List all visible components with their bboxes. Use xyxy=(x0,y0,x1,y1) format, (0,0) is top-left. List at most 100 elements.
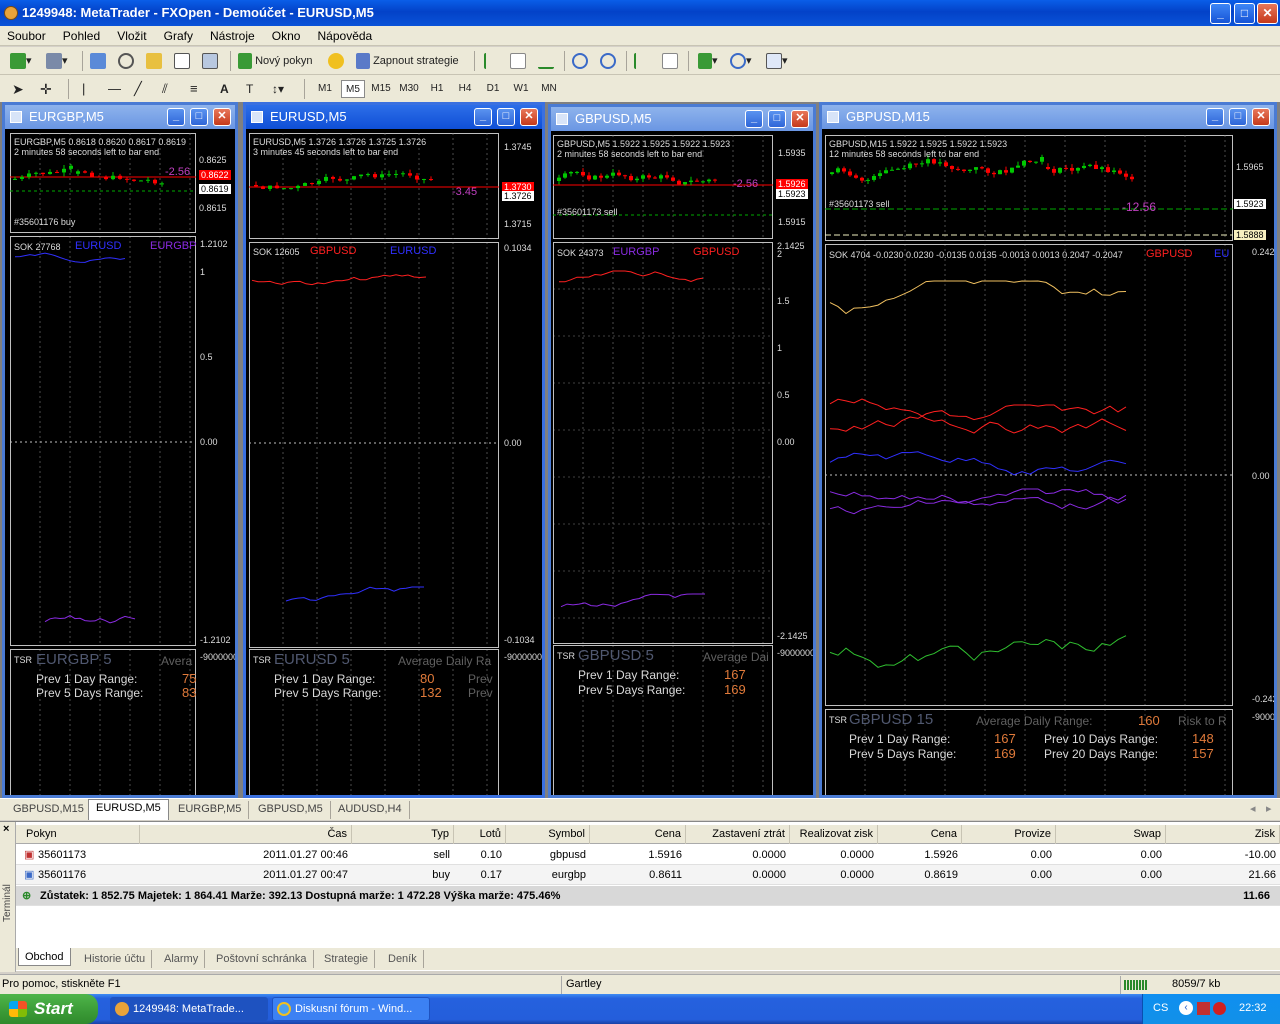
line-chart-icon[interactable] xyxy=(538,52,554,70)
menu-grafy[interactable]: Grafy xyxy=(157,26,200,46)
sok-pane[interactable] xyxy=(249,242,499,648)
indicators-icon[interactable]: ▾ xyxy=(698,52,718,70)
tab-eurgbp-m5[interactable]: EURGBP,M5 xyxy=(171,801,250,819)
chart-minimize-button[interactable]: _ xyxy=(474,108,492,126)
column-header[interactable]: Realizovat zisk xyxy=(790,825,878,844)
chart-maximize-button[interactable]: □ xyxy=(768,110,786,128)
tab-obchod[interactable]: Obchod xyxy=(18,948,71,966)
chart-maximize-button[interactable]: □ xyxy=(1229,108,1247,126)
chart-shift-icon[interactable] xyxy=(662,52,678,70)
timeframe-m5[interactable]: M5 xyxy=(341,80,365,98)
chart-body[interactable]: GBPUSD,M15 1.5922 1.5925 1.5922 1.5923 1… xyxy=(822,129,1274,795)
sok-pane[interactable] xyxy=(553,242,773,644)
chart-minimize-button[interactable]: _ xyxy=(167,108,185,126)
periods-icon[interactable]: ▾ xyxy=(730,52,752,70)
arrows-icon[interactable]: ↕▾ xyxy=(272,80,284,98)
new-order-button[interactable]: Nový pokyn xyxy=(238,52,313,70)
timeframe-h4[interactable]: H4 xyxy=(453,80,477,98)
timeframe-m15[interactable]: M15 xyxy=(369,80,393,98)
tab-strategie[interactable]: Strategie xyxy=(318,950,376,968)
status-profile[interactable]: Gartley xyxy=(566,978,601,990)
tsr-pane[interactable] xyxy=(249,649,499,795)
chart-maximize-button[interactable]: □ xyxy=(190,108,208,126)
chart-close-button[interactable]: ✕ xyxy=(791,110,809,128)
candlestick-icon[interactable] xyxy=(510,52,526,70)
menu-okno[interactable]: Okno xyxy=(265,26,308,46)
chart-maximize-button[interactable]: □ xyxy=(497,108,515,126)
tab-postovni[interactable]: Poštovní schránka xyxy=(210,950,314,968)
chart-title[interactable]: EURGBP,M5 _ □ ✕ xyxy=(5,105,235,129)
tab-alarmy[interactable]: Alarmy xyxy=(158,950,206,968)
chart-close-button[interactable]: ✕ xyxy=(520,108,538,126)
tab-scroll-left-icon[interactable]: ◂ xyxy=(1250,802,1256,815)
text-icon[interactable]: A xyxy=(220,80,229,98)
channel-icon[interactable]: ⫽ xyxy=(162,80,168,98)
data-window-icon[interactable] xyxy=(118,52,134,70)
chart-window-eurusd-m5[interactable]: EURUSD,M5 _ □ ✕ EURUSD,M5 1.3726 1.3726 … xyxy=(243,102,545,798)
start-button[interactable]: Start xyxy=(0,994,98,1024)
tab-audusd-h4[interactable]: AUDUSD,H4 xyxy=(331,801,410,819)
navigator-icon[interactable] xyxy=(146,52,162,70)
column-header[interactable]: Typ xyxy=(352,825,454,844)
tray-security-icon[interactable] xyxy=(1213,1002,1226,1015)
zoom-out-icon[interactable] xyxy=(600,52,616,70)
tester-icon[interactable] xyxy=(202,52,218,70)
column-header[interactable]: Zisk xyxy=(1166,825,1280,844)
tray-chevron-icon[interactable]: ‹ xyxy=(1179,1001,1193,1015)
metaeditor-icon[interactable] xyxy=(328,52,344,70)
cursor-icon[interactable]: ➤ xyxy=(12,80,24,98)
tab-gbpusd-m5[interactable]: GBPUSD,M5 xyxy=(251,801,331,819)
language-indicator[interactable]: CS xyxy=(1153,1002,1168,1014)
column-header[interactable]: Cena xyxy=(590,825,686,844)
timeframe-m1[interactable]: M1 xyxy=(313,80,337,98)
templates-icon[interactable]: ▾ xyxy=(766,52,788,70)
zoom-in-icon[interactable] xyxy=(572,52,588,70)
minimize-button[interactable]: _ xyxy=(1210,3,1231,24)
tab-denik[interactable]: Deník xyxy=(382,950,424,968)
bar-chart-icon[interactable] xyxy=(484,52,500,70)
menu-vlozit[interactable]: Vložit xyxy=(110,26,153,46)
chart-title[interactable]: GBPUSD,M15 _ □ ✕ xyxy=(822,105,1274,129)
chart-window-gbpusd-m5[interactable]: GBPUSD,M5 _ □ ✕ GBPUSD,M5 1.5922 1.5925 … xyxy=(548,104,816,798)
maximize-button[interactable]: □ xyxy=(1234,3,1255,24)
horizontal-line-icon[interactable]: — xyxy=(108,80,121,98)
new-chart-icon[interactable]: ▾ xyxy=(10,52,32,70)
trendline-icon[interactable]: ╱ xyxy=(134,80,142,98)
tab-scroll-right-icon[interactable]: ▸ xyxy=(1266,802,1272,815)
column-header[interactable]: Pokyn xyxy=(16,825,140,844)
menu-soubor[interactable]: Soubor xyxy=(0,26,53,46)
column-header[interactable]: Zastavení ztrát xyxy=(686,825,790,844)
taskbar-item-browser[interactable]: Diskusní fórum - Wind... xyxy=(272,997,430,1021)
auto-scroll-icon[interactable] xyxy=(634,52,650,70)
chart-window-gbpusd-m15[interactable]: GBPUSD,M15 _ □ ✕ GBPUSD,M15 1.5922 1.592… xyxy=(819,102,1277,798)
tray-app-icon[interactable] xyxy=(1197,1002,1210,1015)
strategies-button[interactable]: Zapnout strategie xyxy=(356,52,459,70)
terminal-close-icon[interactable]: × xyxy=(3,823,9,835)
tsr-pane[interactable] xyxy=(10,649,196,795)
chart-window-eurgbp-m5[interactable]: EURGBP,M5 _ □ ✕ EURGBP,M5 0.8618 0.8620 … xyxy=(2,102,238,798)
crosshair-icon[interactable]: ✛ xyxy=(40,80,52,98)
tab-historie[interactable]: Historie účtu xyxy=(78,950,153,968)
order-row[interactable]: ▣ 35601176 2011.01.27 00:47 buy 0.17 eurgbp 0.… xyxy=(16,865,1280,885)
column-header[interactable]: Čas xyxy=(140,825,352,844)
timeframe-mn[interactable]: MN xyxy=(537,80,561,98)
chart-close-button[interactable]: ✕ xyxy=(213,108,231,126)
sok-pane[interactable] xyxy=(10,236,196,646)
column-header[interactable]: Swap xyxy=(1056,825,1166,844)
order-row[interactable]: ▣ 35601173 2011.01.27 00:46 sell 0.10 gbpusd 1… xyxy=(16,845,1280,865)
timeframe-m30[interactable]: M30 xyxy=(397,80,421,98)
timeframe-d1[interactable]: D1 xyxy=(481,80,505,98)
profiles-icon[interactable]: ▾ xyxy=(46,52,68,70)
chart-minimize-button[interactable]: _ xyxy=(745,110,763,128)
menu-napoveda[interactable]: Nápověda xyxy=(311,26,380,46)
fibonacci-icon[interactable]: ≡ xyxy=(190,80,198,98)
tab-eurusd-m5[interactable]: EURUSD,M5 xyxy=(88,799,169,820)
taskbar-item-metatrader[interactable]: 1249948: MetaTrade... xyxy=(110,997,268,1021)
chart-body[interactable]: EURGBP,M5 0.8618 0.8620 0.8617 0.8619 2 … xyxy=(5,129,235,795)
text-label-icon[interactable]: T xyxy=(246,80,253,98)
close-button[interactable]: ✕ xyxy=(1257,3,1278,24)
terminal-icon[interactable] xyxy=(174,52,190,70)
chart-close-button[interactable]: ✕ xyxy=(1252,108,1270,126)
menu-nastroje[interactable]: Nástroje xyxy=(203,26,262,46)
tab-gbpusd-m15[interactable]: GBPUSD,M15 xyxy=(6,801,92,819)
